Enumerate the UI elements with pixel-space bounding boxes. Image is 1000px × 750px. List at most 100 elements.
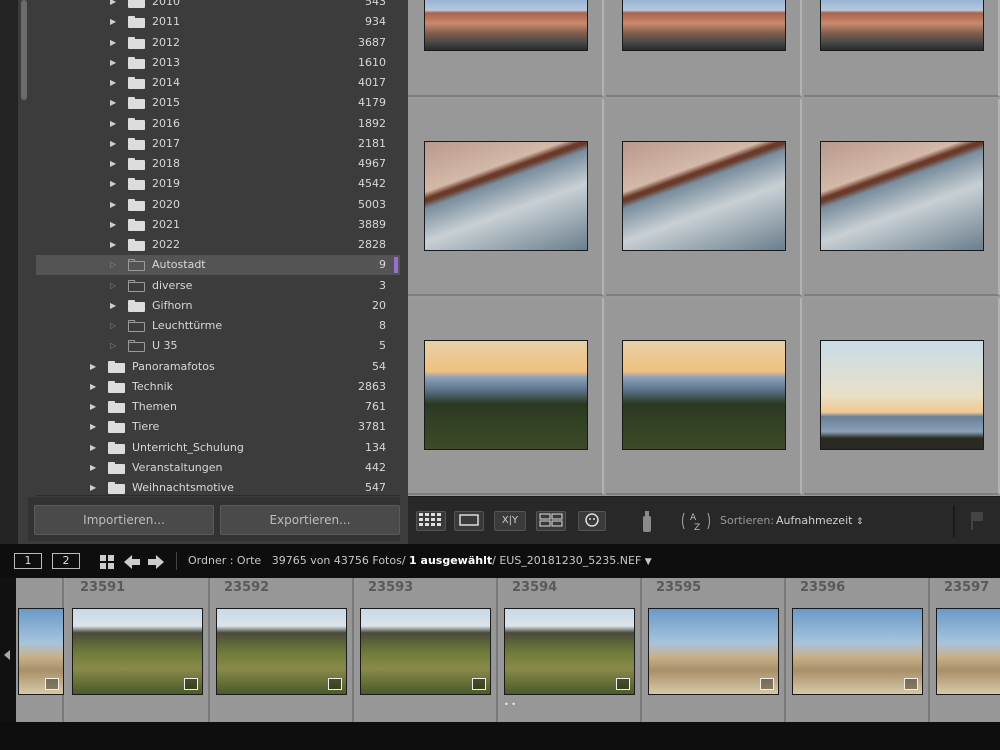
expand-arrow-icon[interactable]: ▶ [110, 77, 119, 88]
expand-arrow-icon[interactable]: ▷ [110, 320, 119, 331]
photo-thumbnail[interactable] [820, 0, 984, 51]
grid-cell[interactable] [606, 298, 802, 495]
folder-row[interactable]: ▶ Gifhorn 20 [36, 296, 400, 316]
filmstrip-cell[interactable]: 23591 [66, 578, 210, 722]
expand-arrow-icon[interactable]: ▶ [110, 0, 119, 7]
grid-cell[interactable] [606, 99, 802, 296]
grid-cell[interactable] [408, 298, 604, 495]
grid-cell[interactable] [606, 0, 802, 97]
grid-cell[interactable] [408, 0, 604, 97]
folder-row[interactable]: ▶ 2022 2828 [36, 235, 400, 255]
folder-row[interactable]: ▶ Weihnachtsmotive 547 [36, 478, 400, 495]
folder-row[interactable]: ▶ 2017 2181 [36, 134, 400, 154]
folder-row[interactable]: ▶ Panoramafotos 54 [36, 357, 400, 377]
expand-arrow-icon[interactable]: ▶ [110, 219, 119, 230]
import-button[interactable]: Importieren... [34, 505, 214, 535]
expand-arrow-icon[interactable]: ▷ [110, 259, 119, 270]
second-window-button[interactable]: 2 [52, 553, 80, 569]
expand-arrow-icon[interactable]: ▶ [90, 462, 99, 473]
expand-arrow-icon[interactable]: ▶ [110, 118, 119, 129]
filmstrip-left-arrow-icon[interactable] [4, 650, 10, 660]
filmstrip-thumbnail[interactable] [936, 608, 1000, 695]
photo-thumbnail[interactable] [424, 0, 588, 51]
filmstrip-thumbnail[interactable] [72, 608, 203, 695]
grid-cell[interactable] [804, 0, 1000, 97]
expand-arrow-icon[interactable]: ▶ [110, 158, 119, 169]
sort-direction-icon[interactable]: AZ [680, 509, 712, 533]
expand-arrow-icon[interactable]: ▶ [110, 97, 119, 108]
filmstrip-thumbnail[interactable] [216, 608, 347, 695]
flag-icon[interactable] [970, 511, 984, 531]
filmstrip-cell[interactable]: 23597 [930, 578, 1000, 722]
photo-thumbnail[interactable] [820, 340, 984, 450]
folder-row[interactable]: ▶ Themen 761 [36, 397, 400, 417]
expand-arrow-icon[interactable]: ▶ [110, 37, 119, 48]
photo-thumbnail[interactable] [424, 141, 588, 251]
folder-row[interactable]: ▶ Unterricht_Schulung 134 [36, 438, 400, 458]
export-button[interactable]: Exportieren... [220, 505, 400, 535]
expand-arrow-icon[interactable]: ▶ [90, 442, 99, 453]
expand-arrow-icon[interactable]: ▶ [90, 482, 99, 493]
filmstrip-cell[interactable]: 23596 [786, 578, 930, 722]
filmstrip-cell[interactable] [16, 578, 64, 722]
filmstrip-cell[interactable]: 23593 [354, 578, 498, 722]
expand-arrow-icon[interactable]: ▶ [90, 401, 99, 412]
spray-can-icon[interactable] [640, 508, 654, 534]
grid-cell[interactable] [804, 99, 1000, 296]
folder-row[interactable]: ▶ 2019 4542 [36, 174, 400, 194]
filmstrip-thumbnail[interactable] [792, 608, 923, 695]
grid-view-icon[interactable] [416, 511, 446, 531]
photo-thumbnail[interactable] [622, 0, 786, 51]
expand-arrow-icon[interactable]: ▶ [90, 381, 99, 392]
expand-arrow-icon[interactable]: ▷ [110, 340, 119, 351]
expand-arrow-icon[interactable]: ▶ [110, 57, 119, 68]
grid-cell[interactable] [804, 298, 1000, 495]
filmstrip-cell[interactable]: 23594 • • [498, 578, 642, 722]
folder-row[interactable]: ▶ Technik 2863 [36, 377, 400, 397]
expand-arrow-icon[interactable]: ▶ [90, 361, 99, 372]
survey-view-icon[interactable] [536, 511, 566, 531]
filmstrip-thumbnail[interactable] [504, 608, 635, 695]
people-view-icon[interactable] [578, 511, 606, 531]
folder-row[interactable]: ▶ 2021 3889 [36, 215, 400, 235]
expand-arrow-icon[interactable]: ▶ [110, 16, 119, 27]
folder-row[interactable]: ▶ 2011 934 [36, 12, 400, 32]
expand-arrow-icon[interactable]: ▷ [110, 280, 119, 291]
folder-row[interactable]: ▶ 2016 1892 [36, 114, 400, 134]
filmstrip-thumbnail[interactable] [648, 608, 779, 695]
folder-row[interactable]: ▶ 2010 543 [36, 0, 400, 12]
dropdown-arrow-icon[interactable]: ▼ [645, 557, 652, 567]
expand-arrow-icon[interactable]: ▶ [110, 300, 119, 311]
expand-arrow-icon[interactable]: ▶ [90, 421, 99, 432]
folder-row[interactable]: ▶ 2015 4179 [36, 93, 400, 113]
filmstrip-cell[interactable]: 23592 [210, 578, 354, 722]
main-window-button[interactable]: 1 [14, 553, 42, 569]
expand-arrow-icon[interactable]: ▶ [110, 199, 119, 210]
sort-dropdown[interactable]: Aufnahmezeit ⇕ [776, 514, 864, 527]
loupe-view-icon[interactable] [454, 511, 484, 531]
folder-row[interactable]: ▶ Veranstaltungen 442 [36, 458, 400, 478]
expand-arrow-icon[interactable]: ▶ [110, 239, 119, 250]
back-arrow-icon[interactable] [124, 554, 140, 569]
folder-row[interactable]: ▷ diverse 3 [36, 276, 400, 296]
folder-row[interactable]: ▶ Tiere 3781 [36, 417, 400, 437]
folder-row[interactable]: ▶ 2018 4967 [36, 154, 400, 174]
photo-thumbnail[interactable] [820, 141, 984, 251]
grid-cell[interactable] [408, 99, 604, 296]
folder-row[interactable]: ▶ 2012 3687 [36, 33, 400, 53]
filmstrip-cell[interactable]: 23595 [642, 578, 786, 722]
photo-thumbnail[interactable] [622, 141, 786, 251]
folder-row[interactable]: ▶ 2020 5003 [36, 195, 400, 215]
folder-row[interactable]: ▶ 2013 1610 [36, 53, 400, 73]
expand-arrow-icon[interactable]: ▶ [110, 178, 119, 189]
folder-row[interactable]: ▷ U 35 5 [36, 336, 400, 356]
folder-row[interactable]: ▶ 2014 4017 [36, 73, 400, 93]
photo-thumbnail[interactable] [622, 340, 786, 450]
folder-row[interactable]: ▷ Autostadt 9 [36, 255, 400, 276]
filmstrip-source-info[interactable]: Ordner : Orte 39765 von 43756 Fotos/ 1 a… [188, 554, 652, 567]
filmstrip-thumbnail[interactable] [18, 608, 64, 695]
folder-scrollbar[interactable] [21, 0, 27, 100]
grid-small-icon[interactable] [100, 554, 114, 569]
filmstrip-thumbnail[interactable] [360, 608, 491, 695]
folder-row[interactable]: ▷ Leuchttürme 8 [36, 316, 400, 336]
